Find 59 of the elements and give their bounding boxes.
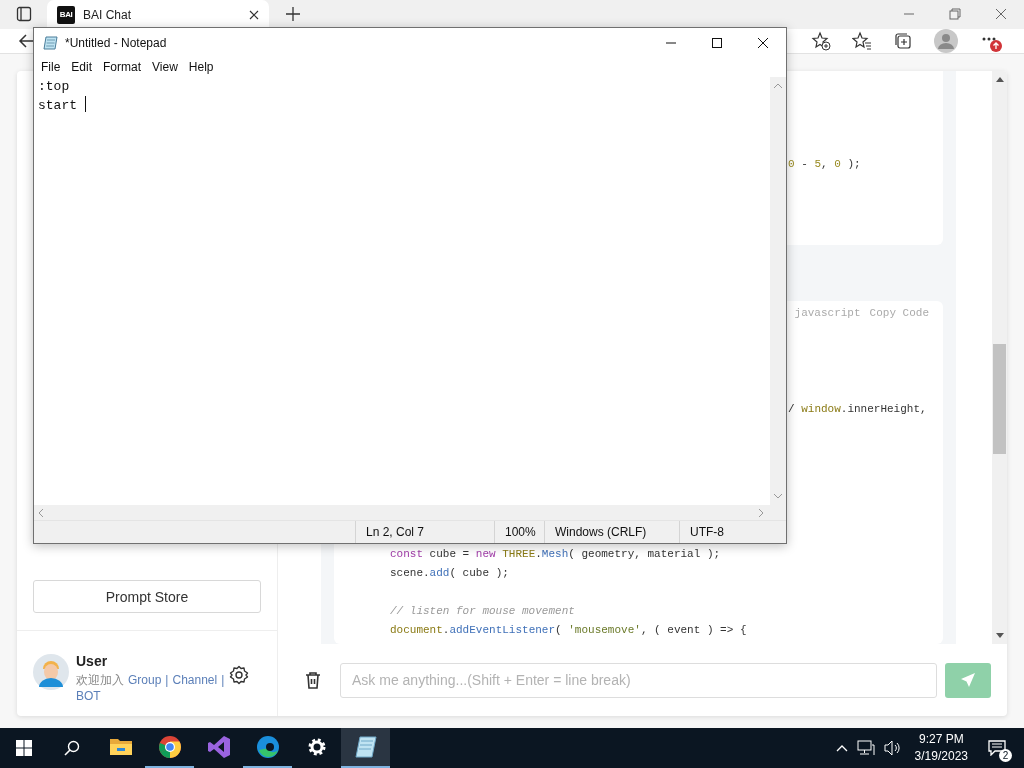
gear-icon	[306, 737, 327, 757]
volume-icon[interactable]	[883, 740, 902, 756]
tab-actions-icon[interactable]	[16, 6, 32, 22]
maximize-icon[interactable]	[711, 36, 723, 49]
community-link[interactable]: Channel	[172, 672, 218, 688]
chevron-up-icon[interactable]	[835, 744, 848, 752]
avatar	[33, 654, 69, 690]
code-line: / window.innerHeight,	[787, 402, 928, 417]
profile-icon[interactable]	[934, 29, 958, 53]
status-cell: 100%	[494, 521, 544, 543]
user-name: User	[76, 653, 109, 669]
trash-icon[interactable]	[304, 671, 322, 689]
menu-item[interactable]: View	[151, 60, 184, 74]
community-link[interactable]: Group	[128, 672, 162, 688]
status-cell: UTF-8	[679, 521, 769, 543]
notification-count: 2	[999, 749, 1012, 762]
add-favorite-icon[interactable]	[811, 31, 831, 51]
close-icon[interactable]	[249, 9, 259, 20]
code-line: 0 - 5, 0 );	[787, 157, 862, 172]
menu-item[interactable]: Format	[102, 60, 148, 74]
swirl-logo-icon	[255, 735, 280, 759]
back-arrow-icon[interactable]	[18, 33, 34, 49]
collections-icon[interactable]	[893, 31, 913, 51]
menu-item[interactable]: Edit	[70, 60, 99, 74]
send-icon	[960, 672, 976, 688]
message-input[interactable]: Ask me anything...(Shift + Enter = line break)	[340, 662, 937, 698]
ribbon-logo-icon	[206, 735, 231, 759]
text-editor[interactable]: :top start	[34, 77, 770, 505]
restore-icon[interactable]	[949, 8, 961, 20]
start-icon[interactable]	[16, 740, 32, 756]
prompt-store-button[interactable]: Prompt Store	[33, 580, 261, 613]
menu-item[interactable]: Help	[187, 60, 220, 74]
browser-tab[interactable]: BAI BAI Chat	[47, 0, 269, 29]
welcome-text: 欢迎加入	[76, 672, 124, 688]
link-separator: |	[221, 672, 225, 688]
new-tab-icon[interactable]	[286, 7, 300, 21]
status-cell: Ln 2, Col 7	[355, 521, 494, 543]
scroll-up-icon[interactable]	[995, 76, 1004, 82]
close-icon[interactable]	[757, 36, 769, 49]
code-language: javascript	[794, 307, 861, 319]
notepad-icon	[353, 735, 378, 759]
taskbar-button[interactable]	[341, 728, 390, 768]
notepad-icon	[43, 34, 59, 51]
clock[interactable]: 9:27 PM 3/19/2023	[914, 731, 968, 765]
settings-icon[interactable]	[229, 665, 249, 685]
window-title: *Untitled - Notepad	[65, 35, 167, 50]
search-icon[interactable]	[64, 740, 80, 756]
status-cell: Windows (CRLF)	[544, 521, 679, 543]
tab-logo: BAI	[57, 5, 75, 24]
link-separator: |	[165, 672, 169, 688]
browser-logo-icon	[157, 735, 182, 759]
network-icon[interactable]	[856, 740, 875, 756]
folder-icon	[108, 737, 133, 757]
scroll-down-icon[interactable]	[995, 633, 1004, 639]
favorites-icon[interactable]	[852, 31, 872, 51]
notifications-button[interactable]: 2	[982, 733, 1012, 763]
scrollbar-thumb[interactable]	[993, 344, 1006, 454]
community-link[interactable]: BOT	[76, 688, 101, 704]
menu-item[interactable]: File	[40, 60, 67, 74]
